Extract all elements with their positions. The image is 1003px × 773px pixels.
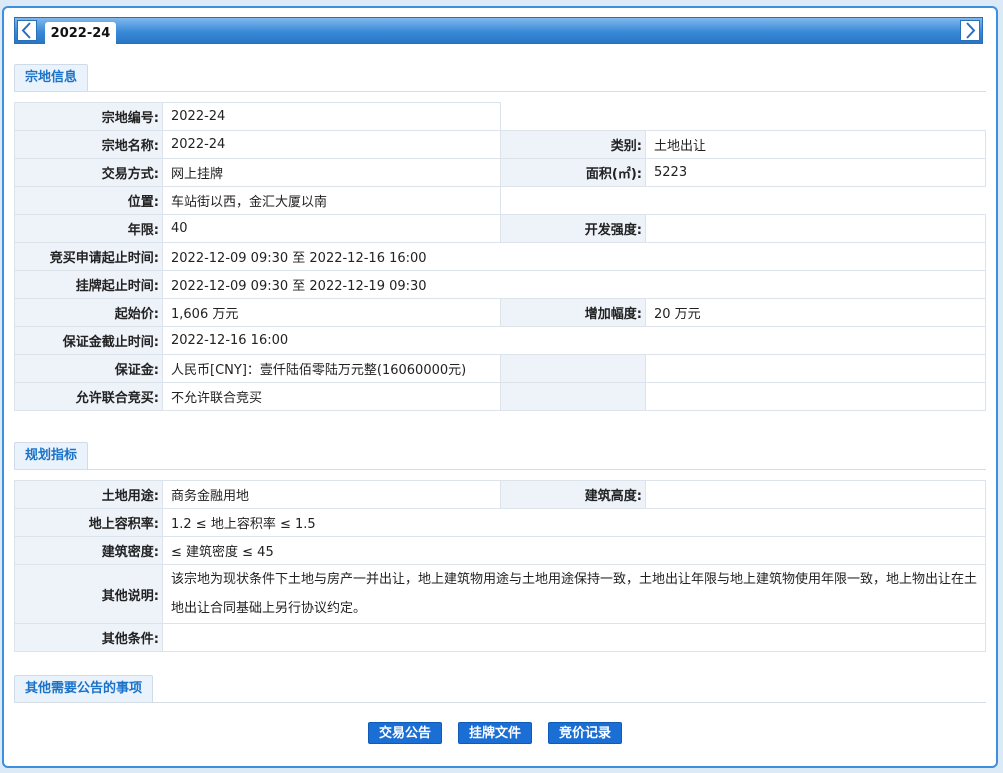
start-price-value: 1,606 万元: [162, 298, 501, 327]
joint-bid-value: 不允许联合竞买: [162, 382, 501, 411]
building-height-label: 建筑高度:: [500, 480, 646, 509]
deposit-deadline-label: 保证金截止时间:: [14, 326, 163, 355]
table-row: 建筑密度: ≤ 建筑密度 ≤ 45: [14, 536, 986, 565]
category-label: 类别:: [500, 130, 646, 159]
parcel-name-label: 宗地名称:: [14, 130, 163, 159]
increment-value: 20 万元: [645, 298, 986, 327]
section-other-notice: 其他需要公告的事项: [14, 675, 986, 703]
term-value: 40: [162, 214, 501, 243]
tab-parcel[interactable]: 2022-24: [45, 22, 116, 45]
trade-method-value: 网上挂牌: [162, 158, 501, 187]
chevron-left-icon: [21, 22, 31, 39]
page-heading-fragment: [0, 0, 130, 2]
empty-key-cell: [500, 354, 646, 383]
table-row: 年限: 40 开发强度:: [14, 214, 986, 243]
table-row: 竞买申请起止时间: 2022-12-09 09:30 至 2022-12-16 …: [14, 242, 986, 271]
empty-value-cell: [645, 382, 986, 411]
intensity-label: 开发强度:: [500, 214, 646, 243]
term-label: 年限:: [14, 214, 163, 243]
prev-tab-button[interactable]: [17, 20, 37, 41]
listing-period-label: 挂牌起止时间:: [14, 270, 163, 299]
table-row: 其他说明: 该宗地为现状条件下土地与房产一并出让，地上建筑物用途与土地用途保持一…: [14, 564, 986, 624]
category-value: 土地出让: [645, 130, 986, 159]
area-value: 5223: [645, 158, 986, 187]
table-row: 位置: 车站街以西，金汇大厦以南: [14, 186, 986, 215]
table-row: 保证金截止时间: 2022-12-16 16:00: [14, 326, 986, 355]
bid-apply-period-label: 竞买申请起止时间:: [14, 242, 163, 271]
table-row: 挂牌起止时间: 2022-12-09 09:30 至 2022-12-19 09…: [14, 270, 986, 299]
other-description-label: 其他说明:: [14, 564, 163, 624]
empty-key-cell: [500, 382, 646, 411]
bid-apply-period-value: 2022-12-09 09:30 至 2022-12-16 16:00: [162, 242, 986, 271]
start-price-label: 起始价:: [14, 298, 163, 327]
listing-docs-button[interactable]: 挂牌文件: [458, 722, 533, 744]
joint-bid-label: 允许联合竞买:: [14, 382, 163, 411]
section-planning: 规划指标: [14, 442, 986, 470]
announcement-button[interactable]: 交易公告: [368, 722, 443, 744]
location-label: 位置:: [14, 186, 163, 215]
deposit-label: 保证金:: [14, 354, 163, 383]
empty-value-cell: [645, 354, 986, 383]
action-buttons: 交易公告 挂牌文件 竞价记录: [0, 722, 1003, 744]
density-value: ≤ 建筑密度 ≤ 45: [162, 536, 986, 565]
far-label: 地上容积率:: [14, 508, 163, 537]
table-row: 地上容积率: 1.2 ≤ 地上容积率 ≤ 1.5: [14, 508, 986, 537]
other-conditions-value: [162, 623, 986, 652]
intensity-value: [645, 214, 986, 243]
parcel-number-value: 2022-24: [162, 102, 501, 131]
table-row: 宗地编号: 2022-24: [14, 102, 986, 131]
increment-label: 增加幅度:: [500, 298, 646, 327]
area-label: 面积(㎡):: [500, 158, 646, 187]
location-value: 车站街以西，金汇大厦以南: [162, 186, 501, 215]
empty-cell: [501, 103, 986, 131]
table-row: 其他条件:: [14, 623, 986, 652]
land-use-value: 商务金融用地: [162, 480, 501, 509]
chevron-right-icon: [966, 22, 976, 39]
table-row: 允许联合竞买: 不允许联合竞买: [14, 382, 986, 411]
next-tab-button[interactable]: [960, 20, 980, 41]
building-height-value: [645, 480, 986, 509]
empty-cell: [500, 186, 986, 215]
section-other-notice-label[interactable]: 其他需要公告的事项: [14, 675, 154, 702]
parcel-info-table: 宗地编号: 2022-24 宗地名称: 2022-24 类别: 土地出让 交易方…: [14, 102, 986, 411]
other-conditions-label: 其他条件:: [14, 623, 163, 652]
far-value: 1.2 ≤ 地上容积率 ≤ 1.5: [162, 508, 986, 537]
table-row: 土地用途: 商务金融用地 建筑高度:: [14, 480, 986, 509]
land-use-label: 土地用途:: [14, 480, 163, 509]
parcel-name-value: 2022-24: [162, 130, 501, 159]
listing-period-value: 2022-12-09 09:30 至 2022-12-19 09:30: [162, 270, 986, 299]
density-label: 建筑密度:: [14, 536, 163, 565]
trade-method-label: 交易方式:: [14, 158, 163, 187]
deposit-value: 人民币[CNY]：壹仟陆佰零陆万元整(16060000元): [162, 354, 501, 383]
table-row: 起始价: 1,606 万元 增加幅度: 20 万元: [14, 298, 986, 327]
table-row: 宗地名称: 2022-24 类别: 土地出让: [14, 130, 986, 159]
tab-bar: 2022-24: [14, 17, 983, 45]
table-row: 保证金: 人民币[CNY]：壹仟陆佰零陆万元整(16060000元): [14, 354, 986, 383]
other-description-value: 该宗地为现状条件下土地与房产一并出让，地上建筑物用途与土地用途保持一致，土地出让…: [162, 564, 986, 624]
table-row: 交易方式: 网上挂牌 面积(㎡): 5223: [14, 158, 986, 187]
deposit-deadline-value: 2022-12-16 16:00: [162, 326, 986, 355]
section-planning-label[interactable]: 规划指标: [14, 442, 89, 469]
section-parcel-info-label[interactable]: 宗地信息: [14, 64, 89, 91]
section-parcel-info: 宗地信息: [14, 64, 986, 92]
parcel-number-label: 宗地编号:: [14, 102, 163, 131]
bid-records-button[interactable]: 竞价记录: [548, 722, 623, 744]
planning-table: 土地用途: 商务金融用地 建筑高度: 地上容积率: 1.2 ≤ 地上容积率 ≤ …: [14, 480, 986, 652]
